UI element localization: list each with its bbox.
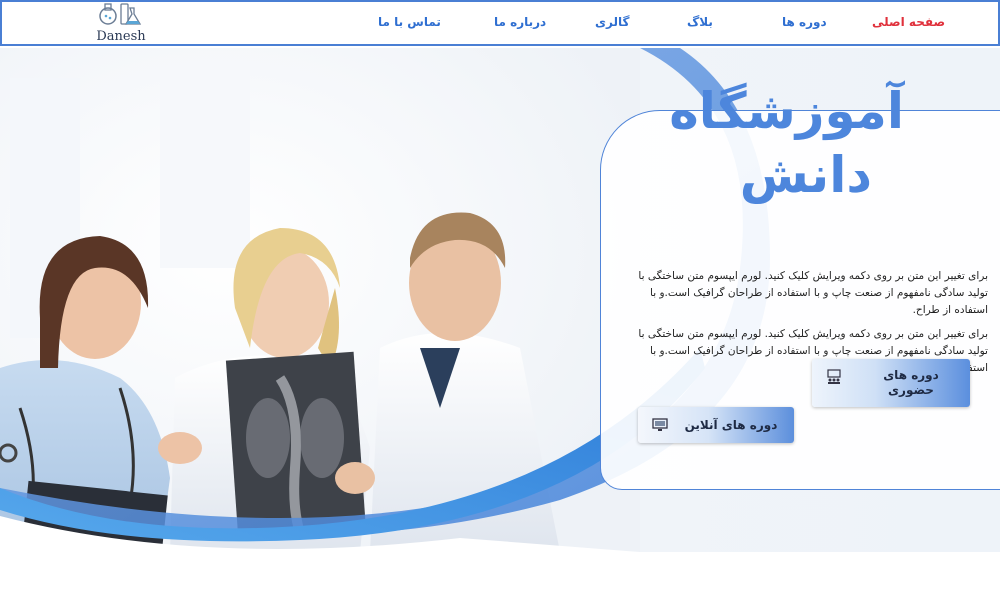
in-person-courses-button[interactable]: دوره های حضوری <box>812 359 970 407</box>
nav-contact[interactable]: تماس با ما <box>378 15 441 29</box>
online-courses-button[interactable]: دوره های آنلاین <box>638 407 794 443</box>
hero-title-line1: آموزشگاه <box>669 82 904 140</box>
nav-courses[interactable]: دوره ها <box>782 15 827 29</box>
logo-text: Danesh <box>96 29 146 44</box>
site-header: Danesh صفحه اصلی دوره ها بلاگ گالری دربا… <box>0 0 1000 46</box>
hero-paragraph-1: برای تغییر این متن بر روی دکمه ویرایش کل… <box>638 270 988 316</box>
flask-beaker-logo <box>99 3 142 25</box>
in-person-courses-label: دوره های حضوری <box>883 368 939 397</box>
nav-home[interactable]: صفحه اصلی <box>872 15 945 29</box>
classroom-icon <box>826 369 842 388</box>
nav-blog[interactable]: بلاگ <box>687 15 713 29</box>
monitor-icon <box>652 417 668 436</box>
nav-about[interactable]: درباره ما <box>494 15 546 29</box>
page-footer-space <box>0 552 1000 595</box>
hero-title-line2: دانش <box>739 146 872 204</box>
nav-gallery[interactable]: گالری <box>595 15 629 29</box>
online-courses-label: دوره های آنلاین <box>684 417 778 432</box>
site-logo[interactable]: Danesh <box>92 2 150 46</box>
